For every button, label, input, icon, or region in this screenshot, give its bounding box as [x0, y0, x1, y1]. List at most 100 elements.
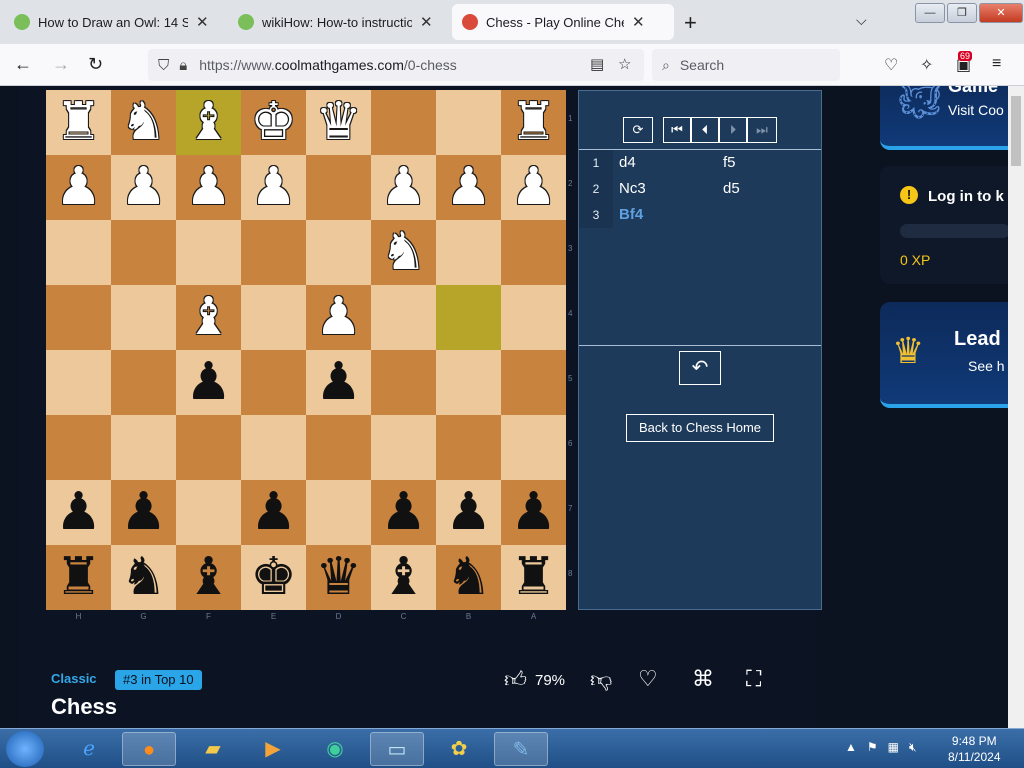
white-king-piece[interactable]: ♚ [241, 90, 306, 155]
black-queen-piece[interactable]: ♛ [306, 545, 371, 610]
square-c1[interactable] [371, 90, 436, 155]
favorite-heart-icon[interactable]: ♡ [638, 666, 658, 692]
move-row[interactable]: 1 d4 f5 [579, 150, 821, 176]
white-bishop-piece[interactable]: ♝ [176, 90, 241, 155]
reload-icon[interactable]: ↻ [88, 54, 103, 75]
square-d2[interactable] [306, 155, 371, 220]
black-pawn-piece[interactable]: ♟ [176, 350, 241, 415]
restore-button[interactable]: ❐ [947, 3, 977, 23]
square-b6[interactable] [436, 415, 501, 480]
white-pawn-piece[interactable]: ♟ [46, 155, 111, 220]
firefox-icon[interactable]: ● [122, 732, 176, 766]
square-c5[interactable] [371, 350, 436, 415]
new-tab-button[interactable]: + [684, 10, 697, 36]
square-a5[interactable] [501, 350, 566, 415]
chess-board[interactable]: ♜ ♞ ♝ ♚ ♛ ♜ ♟ ♟ ♟ ♟ ♟ ♟ ♟ ♞ ♝ ♟ ♟ ♟ ♟ ♟ ♟ ♟ ♟ ♟ ♜ ♞ ♝ ♚ ♛ ♝ ♞ ♜ [46, 90, 566, 610]
page-scrollbar[interactable] [1008, 86, 1024, 728]
black-rook-piece[interactable]: ♜ [46, 545, 111, 610]
url-text[interactable]: https://www.coolmathgames.com/0-chess [199, 57, 457, 73]
system-tray[interactable]: ▲ ⚑ ▦ 🔇︎ [845, 740, 917, 755]
url-bar[interactable]: ⛉ 🔒︎ https://www.coolmathgames.com/0-che… [148, 49, 644, 81]
square-b1[interactable] [436, 90, 501, 155]
leaderboard-card[interactable]: ♛ Lead See h [880, 302, 1010, 408]
forward-arrow-icon[interactable]: → [52, 54, 70, 75]
lock-icon[interactable]: 🔒︎ [179, 57, 187, 74]
black-pawn-piece[interactable]: ♟ [371, 480, 436, 545]
close-window-button[interactable]: ✕ [979, 3, 1023, 23]
white-queen-piece[interactable]: ♛ [306, 90, 371, 155]
white-move[interactable]: Bf4 [619, 202, 643, 228]
square-a4[interactable] [501, 285, 566, 350]
square-d7[interactable] [306, 480, 371, 545]
minimize-button[interactable]: — [915, 3, 945, 23]
square-e6[interactable] [241, 415, 306, 480]
black-bishop-piece[interactable]: ♝ [371, 545, 436, 610]
rank-badge[interactable]: #3 in Top 10 [115, 670, 202, 690]
shield-icon[interactable]: ⛉ [158, 57, 169, 74]
tab-wikihow[interactable]: wikiHow: How-to instructions y ✕ [228, 4, 443, 40]
white-knight-piece[interactable]: ♞ [371, 220, 436, 285]
black-pawn-piece[interactable]: ♟ [501, 480, 566, 545]
white-bishop-piece[interactable]: ♝ [176, 285, 241, 350]
undo-button[interactable]: ↶ [679, 351, 721, 385]
black-knight-piece[interactable]: ♞ [436, 545, 501, 610]
white-move[interactable]: d4 [619, 150, 636, 176]
black-bishop-piece[interactable]: ♝ [176, 545, 241, 610]
white-pawn-piece[interactable]: ♟ [176, 155, 241, 220]
scrollbar-thumb[interactable] [1011, 96, 1021, 166]
bee-app-icon[interactable]: ✿ [432, 732, 486, 766]
tab-owl[interactable]: How to Draw an Owl: 14 Steps (w ✕ [4, 4, 219, 40]
next-move-button[interactable]: ⏵ [719, 117, 747, 143]
extensions-icon[interactable]: ✧ [920, 55, 933, 75]
square-h3[interactable] [46, 220, 111, 285]
category-link[interactable]: Classic [51, 671, 97, 686]
square-h5[interactable] [46, 350, 111, 415]
login-card[interactable]: ! Log in to k 0 XP [880, 166, 1010, 284]
paint-icon[interactable]: ✎ [494, 732, 548, 766]
list-all-tabs-icon[interactable]: ⌵ [856, 12, 867, 29]
black-pawn-piece[interactable]: ♟ [111, 480, 176, 545]
bookmark-star-icon[interactable]: ☆ [618, 55, 631, 73]
thumbs-down-icon[interactable]: 👎︎ [590, 666, 612, 693]
close-tab-icon[interactable]: ✕ [420, 13, 433, 31]
white-rook-piece[interactable]: ♜ [501, 90, 566, 155]
black-pawn-piece[interactable]: ♟ [46, 480, 111, 545]
black-rook-piece[interactable]: ♜ [501, 545, 566, 610]
black-king-piece[interactable]: ♚ [241, 545, 306, 610]
square-g4[interactable] [111, 285, 176, 350]
notepad-icon[interactable]: ▭ [370, 732, 424, 766]
file-explorer-icon[interactable]: ▰ [186, 732, 240, 766]
games-card[interactable]: 🐙︎ Game Visit Coo [880, 86, 1010, 150]
white-rook-piece[interactable]: ♜ [46, 90, 111, 155]
square-e4[interactable] [241, 285, 306, 350]
square-g5[interactable] [111, 350, 176, 415]
tab-chess[interactable]: Chess - Play Online Chess at Co ✕ [452, 4, 674, 40]
square-b3[interactable] [436, 220, 501, 285]
square-d6[interactable] [306, 415, 371, 480]
square-a3[interactable] [501, 220, 566, 285]
back-arrow-icon[interactable]: ← [14, 54, 32, 75]
square-h4[interactable] [46, 285, 111, 350]
white-knight-piece[interactable]: ♞ [111, 90, 176, 155]
square-c6[interactable] [371, 415, 436, 480]
square-d3[interactable] [306, 220, 371, 285]
search-input[interactable]: ⌕ Search [652, 49, 840, 81]
black-move[interactable]: f5 [723, 150, 736, 176]
white-pawn-piece[interactable]: ♟ [436, 155, 501, 220]
white-pawn-piece[interactable]: ♟ [501, 155, 566, 220]
flip-board-button[interactable]: ⟳ [623, 117, 653, 143]
white-move[interactable]: Nc3 [619, 176, 646, 202]
previous-move-button[interactable]: ⏴ [691, 117, 719, 143]
menu-icon[interactable]: ≡ [992, 55, 1001, 73]
reader-view-icon[interactable]: ▤ [590, 55, 604, 73]
black-knight-piece[interactable]: ♞ [111, 545, 176, 610]
square-e5[interactable] [241, 350, 306, 415]
white-pawn-piece[interactable]: ♟ [241, 155, 306, 220]
square-b5[interactable] [436, 350, 501, 415]
square-g3[interactable] [111, 220, 176, 285]
black-pawn-piece[interactable]: ♟ [436, 480, 501, 545]
square-f7[interactable] [176, 480, 241, 545]
white-pawn-piece[interactable]: ♟ [371, 155, 436, 220]
start-button[interactable] [6, 731, 44, 767]
internet-explorer-icon[interactable]: ℯ [62, 732, 116, 766]
